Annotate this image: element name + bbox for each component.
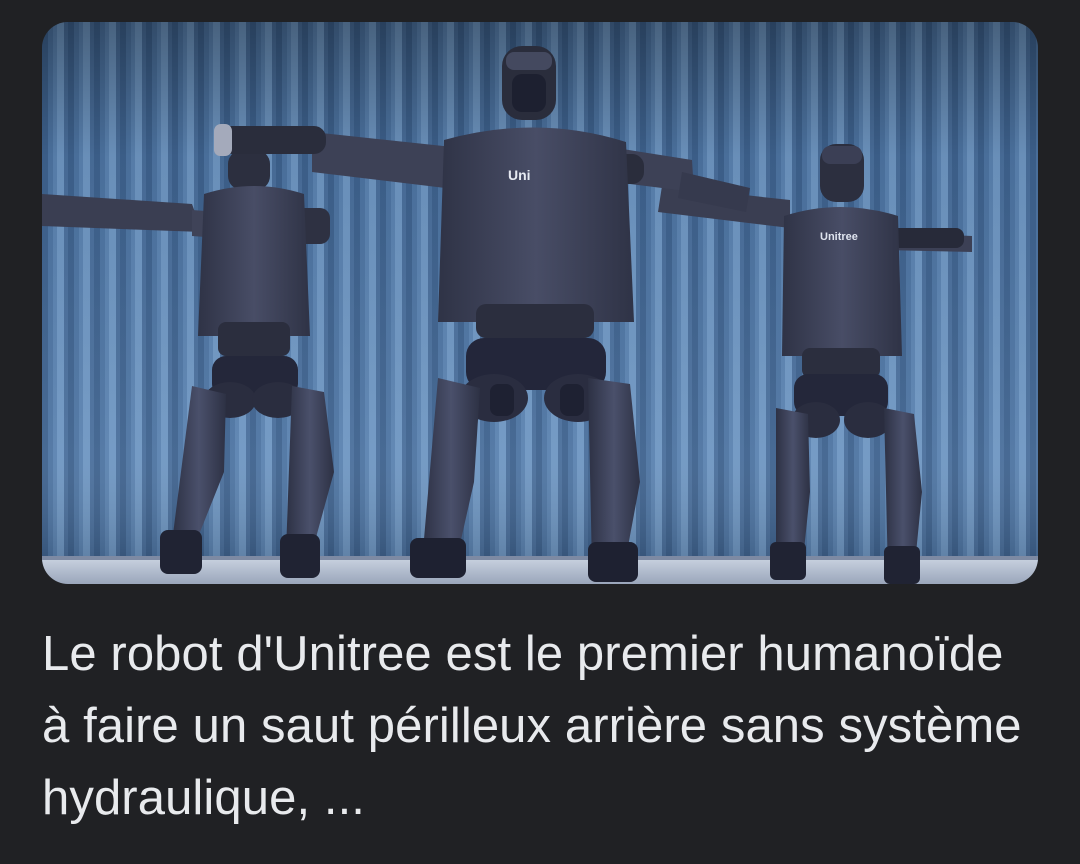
news-card[interactable]: Unitree Uni Le robot d'Unitree est le pr… — [0, 0, 1080, 864]
article-headline[interactable]: Le robot d'Unitree est le premier humano… — [42, 618, 1032, 834]
robot-right-logo: Unitree — [820, 231, 858, 243]
thumbnail-image: Unitree Uni — [42, 22, 1038, 584]
article-thumbnail[interactable]: Unitree Uni — [42, 22, 1038, 584]
robot-center-logo: Uni — [508, 167, 531, 183]
